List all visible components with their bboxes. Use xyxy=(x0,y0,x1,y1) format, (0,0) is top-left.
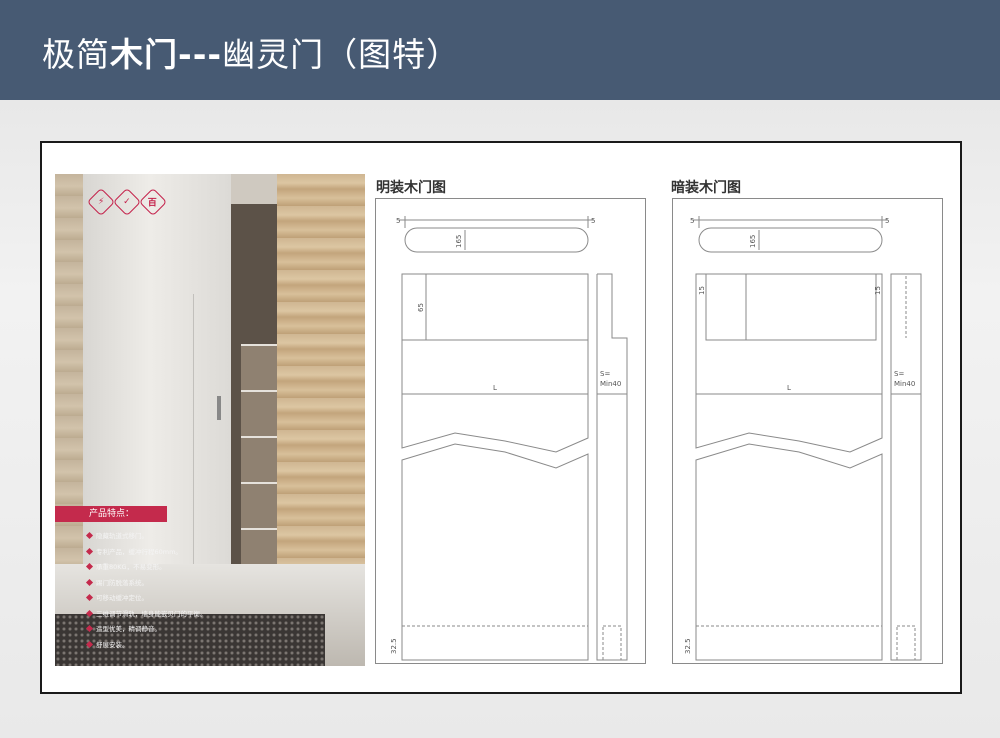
wall-bottom-dash xyxy=(602,625,622,661)
shelf-rack xyxy=(241,344,277,574)
handle-slot xyxy=(404,227,589,253)
cert-icon-2: ✓ xyxy=(112,187,142,217)
drawing-frame xyxy=(672,198,943,664)
dim-right: 5 xyxy=(591,217,595,225)
cert-icon-3: 百 xyxy=(138,187,168,217)
feature-item: 专利产品，缓冲行程60mm。 xyxy=(87,546,207,562)
dim-width: L xyxy=(493,384,497,392)
wall-min: Min40 xyxy=(894,380,915,388)
dim-width: L xyxy=(787,384,791,392)
dim-right: 5 xyxy=(885,217,889,225)
wall-label: S= xyxy=(894,370,904,378)
content-panel: ⚡ ✓ 百 产品特点： 隐藏轨道式移门。 专利产品，缓冲行程60mm。 承重80… xyxy=(40,141,962,694)
dim-left: 5 xyxy=(396,217,400,225)
page-title: 极简木门---幽灵门（图特） xyxy=(42,35,461,74)
dim-left: 5 xyxy=(690,217,694,225)
drawing-surface-mount: 5 5 165 65 L S= Min40 32.5 xyxy=(375,198,646,664)
handle-slot xyxy=(698,227,883,253)
dim-top-left: 15 xyxy=(698,286,706,295)
feature-item: 踢门防脱落系统。 xyxy=(87,577,207,593)
feature-item: 可移动缓冲定位。 xyxy=(87,592,207,608)
drawing-frame xyxy=(375,198,646,664)
wall-min: Min40 xyxy=(600,380,621,388)
dim-top: 65 xyxy=(417,303,425,312)
door-lower xyxy=(401,443,589,661)
wood-wall xyxy=(277,174,365,574)
drawing-title-surface: 明装木门图 xyxy=(376,180,446,196)
feature-item: 三维调节滑轨，墙身能嵌贝门的平衡。 xyxy=(87,608,207,624)
door-upper xyxy=(695,273,883,453)
header-bar: 极简木门---幽灵门（图特） xyxy=(0,0,1000,100)
features-title: 产品特点： xyxy=(55,506,167,522)
wall-bottom-dash xyxy=(896,625,916,661)
door-upper xyxy=(401,273,589,453)
bottom-dash xyxy=(401,625,589,661)
drawing-concealed-mount: 5 5 165 15 15 L S= Min40 32.5 xyxy=(672,198,943,664)
feature-item: 承重80KG，不易变形。 xyxy=(87,561,207,577)
product-photo: ⚡ ✓ 百 产品特点： 隐藏轨道式移门。 专利产品，缓冲行程60mm。 承重80… xyxy=(55,174,365,666)
wall-section xyxy=(596,273,628,661)
cert-icons: ⚡ ✓ 百 xyxy=(86,187,168,217)
feature-item: 造型优美，精调静音。 xyxy=(87,623,207,639)
dim-top-right: 15 xyxy=(874,286,882,295)
wall-label: S= xyxy=(600,370,610,378)
door-handle xyxy=(217,396,221,420)
cert-icon-1: ⚡ xyxy=(86,187,116,217)
dim-bottom: 32.5 xyxy=(390,638,398,654)
features-list: 隐藏轨道式移门。 专利产品，缓冲行程60mm。 承重80KG，不易变形。 踢门防… xyxy=(87,530,207,654)
drawing-title-concealed: 暗装木门图 xyxy=(671,180,741,196)
bottom-dash xyxy=(695,625,883,661)
dim-bottom: 32.5 xyxy=(684,638,692,654)
feature-item: 隐藏轨道式移门。 xyxy=(87,530,207,546)
door-lower xyxy=(695,443,883,661)
dim-handle-height: 165 xyxy=(455,235,463,248)
door-top-panel xyxy=(705,273,877,341)
feature-item: 舒展安装。 xyxy=(87,639,207,655)
dim-handle-height: 165 xyxy=(749,235,757,248)
